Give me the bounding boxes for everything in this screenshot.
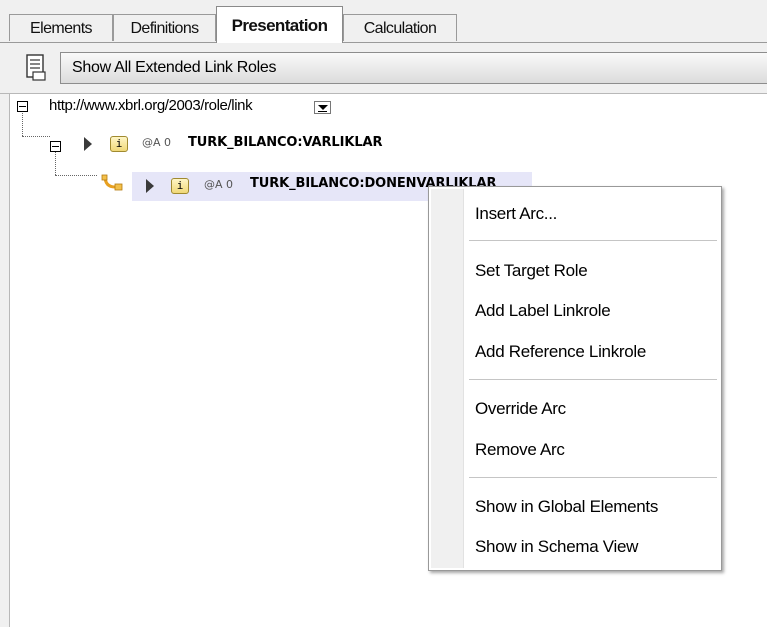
menu-item-add-label-linkrole[interactable]: Add Label Linkrole xyxy=(475,300,611,322)
node-badge: @A 0 xyxy=(142,136,172,149)
tree-line xyxy=(22,136,50,137)
node-badge: @A 0 xyxy=(204,178,234,191)
tab-calculation[interactable]: Calculation xyxy=(343,14,457,41)
info-icon[interactable]: i xyxy=(171,178,189,194)
tab-bar: Elements Definitions Presentation Calcul… xyxy=(0,0,767,43)
tab-definitions[interactable]: Definitions xyxy=(113,14,216,41)
expand-arrow-icon[interactable] xyxy=(84,137,92,151)
menu-item-insert-arc[interactable]: Insert Arc... xyxy=(475,203,557,225)
menu-item-remove-arc[interactable]: Remove Arc xyxy=(475,439,565,461)
menu-item-show-in-schema-view[interactable]: Show in Schema View xyxy=(475,536,638,558)
menu-icon-gutter xyxy=(431,189,464,568)
root-collapse-icon[interactable] xyxy=(17,101,28,112)
role-dropdown-icon[interactable] xyxy=(314,101,331,114)
tab-presentation[interactable]: Presentation xyxy=(216,6,343,43)
link-roles-icon[interactable] xyxy=(24,53,48,83)
tree-line xyxy=(55,148,56,175)
menu-item-show-in-global-elements[interactable]: Show in Global Elements xyxy=(475,496,658,518)
show-all-extended-link-roles-button[interactable]: Show All Extended Link Roles xyxy=(60,52,767,84)
menu-separator xyxy=(469,477,717,478)
presentation-arc-icon[interactable] xyxy=(100,173,126,195)
tree-line xyxy=(22,113,23,136)
element-name[interactable]: TURK_BILANCO:VARLIKLAR xyxy=(188,134,382,152)
tab-elements[interactable]: Elements xyxy=(9,14,113,41)
context-menu: Insert Arc... Set Target Role Add Label … xyxy=(428,186,722,571)
node-collapse-icon[interactable] xyxy=(50,141,61,152)
expand-arrow-icon[interactable] xyxy=(146,179,154,193)
menu-item-override-arc[interactable]: Override Arc xyxy=(475,398,566,420)
menu-item-add-reference-linkrole[interactable]: Add Reference Linkrole xyxy=(475,341,646,363)
menu-item-set-target-role[interactable]: Set Target Role xyxy=(475,260,588,282)
menu-separator xyxy=(469,379,717,380)
toolbar: Show All Extended Link Roles xyxy=(0,43,767,94)
info-icon[interactable]: i xyxy=(110,136,128,152)
tree-line xyxy=(55,175,97,176)
menu-separator xyxy=(469,240,717,241)
role-url: http://www.xbrl.org/2003/role/link xyxy=(49,97,253,114)
